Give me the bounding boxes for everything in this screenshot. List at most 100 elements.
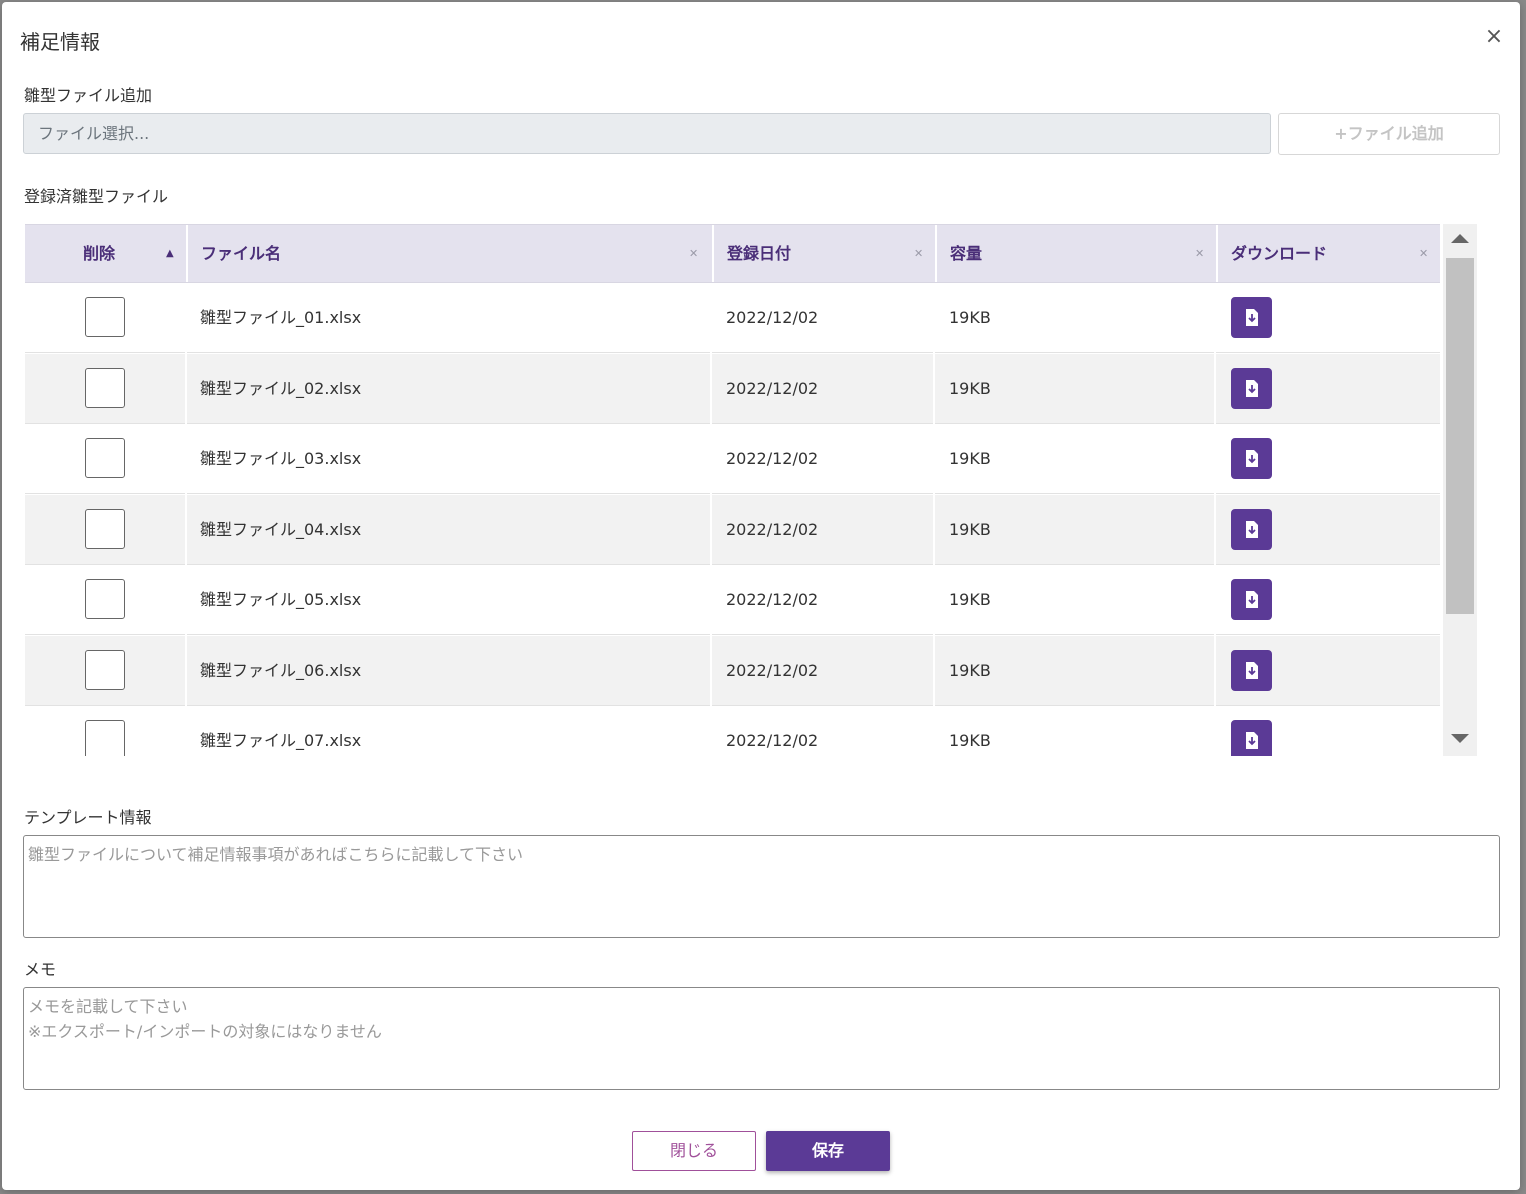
- file-download-icon: [1246, 379, 1258, 397]
- column-header-download[interactable]: ダウンロード ✕: [1216, 225, 1440, 282]
- file-download-icon: [1246, 520, 1258, 538]
- file-download-icon: [1246, 661, 1258, 679]
- table-row: 雛型ファイル_07.xlsx 2022/12/02 19KB: [25, 706, 1440, 756]
- column-divider: [185, 424, 187, 494]
- registered-files-label: 登録済雛型ファイル: [24, 187, 169, 206]
- column-divider: [1214, 424, 1216, 494]
- file-select-input[interactable]: ファイル選択...: [23, 113, 1271, 154]
- delete-checkbox[interactable]: [85, 297, 125, 337]
- column-header-label: ファイル名: [201, 244, 282, 263]
- memo-label: メモ: [24, 960, 57, 979]
- column-divider: [185, 635, 187, 706]
- size-cell: 19KB: [949, 308, 991, 327]
- column-header-label: 削除: [83, 244, 116, 263]
- download-button[interactable]: [1231, 720, 1272, 756]
- column-divider: [933, 706, 935, 756]
- download-button[interactable]: [1231, 367, 1272, 409]
- size-cell: 19KB: [949, 590, 991, 609]
- date-cell: 2022/12/02: [726, 519, 819, 539]
- table-row: 雛型ファイル_04.xlsx 2022/12/02 19KB: [25, 494, 1440, 565]
- column-divider: [710, 283, 712, 353]
- column-header-label: 容量: [950, 244, 983, 263]
- close-button[interactable]: 閉じる: [632, 1131, 756, 1171]
- column-divider: [1214, 283, 1216, 353]
- delete-checkbox[interactable]: [85, 649, 125, 690]
- column-header-filename[interactable]: ファイル名 ✕: [186, 225, 712, 282]
- column-divider: [1214, 706, 1216, 756]
- delete-checkbox[interactable]: [85, 579, 125, 619]
- column-divider: [933, 565, 935, 635]
- scroll-down-arrow-icon[interactable]: [1451, 734, 1469, 743]
- date-cell: 2022/12/02: [726, 308, 819, 327]
- column-divider: [710, 706, 712, 756]
- table-row: 雛型ファイル_01.xlsx 2022/12/02 19KB: [25, 283, 1440, 353]
- column-header-delete[interactable]: 削除 ▲: [25, 225, 185, 282]
- date-cell: 2022/12/02: [726, 449, 819, 468]
- column-divider: [185, 706, 187, 756]
- table-row: 雛型ファイル_06.xlsx 2022/12/02 19KB: [25, 635, 1440, 706]
- column-header-label: 登録日付: [727, 244, 792, 263]
- column-divider: [933, 424, 935, 494]
- column-divider: [1214, 353, 1216, 424]
- file-name-cell: 雛型ファイル_03.xlsx: [200, 449, 362, 468]
- template-info-textarea[interactable]: [23, 835, 1500, 938]
- size-cell: 19KB: [949, 660, 991, 680]
- download-button[interactable]: [1231, 297, 1272, 338]
- date-cell: 2022/12/02: [726, 378, 819, 398]
- column-divider: [710, 353, 712, 424]
- grid-header: 削除 ▲ ファイル名 ✕ 登録日付 ✕ 容量 ✕ ダウンロード ✕: [25, 224, 1440, 283]
- table-row: 雛型ファイル_02.xlsx 2022/12/02 19KB: [25, 353, 1440, 424]
- file-name-cell: 雛型ファイル_05.xlsx: [200, 590, 362, 609]
- file-name-cell: 雛型ファイル_01.xlsx: [200, 308, 362, 327]
- save-button[interactable]: 保存: [766, 1131, 890, 1171]
- memo-textarea[interactable]: [23, 987, 1500, 1090]
- size-cell: 19KB: [949, 449, 991, 468]
- unsorted-icon[interactable]: ✕: [1419, 225, 1428, 282]
- delete-checkbox[interactable]: [85, 720, 125, 756]
- size-cell: 19KB: [949, 378, 991, 398]
- size-cell: 19KB: [949, 731, 991, 750]
- column-header-label: ダウンロード: [1231, 244, 1328, 263]
- column-divider: [185, 353, 187, 424]
- column-divider: [1214, 494, 1216, 565]
- column-divider: [933, 353, 935, 424]
- scroll-up-arrow-icon[interactable]: [1451, 234, 1469, 243]
- file-download-icon: [1246, 309, 1258, 326]
- template-info-label: テンプレート情報: [24, 808, 152, 827]
- add-file-button[interactable]: +ファイル追加: [1278, 113, 1500, 155]
- unsorted-icon[interactable]: ✕: [1195, 225, 1204, 282]
- download-button[interactable]: [1231, 649, 1272, 691]
- upload-label: 雛型ファイル追加: [24, 86, 153, 105]
- column-header-date[interactable]: 登録日付 ✕: [712, 225, 935, 282]
- file-download-icon: [1246, 732, 1258, 749]
- grid-scrollbar[interactable]: [1443, 224, 1477, 756]
- registered-files-grid: 削除 ▲ ファイル名 ✕ 登録日付 ✕ 容量 ✕ ダウンロード ✕ 雛型ファイル…: [25, 224, 1477, 756]
- close-icon[interactable]: ×: [1482, 24, 1506, 50]
- date-cell: 2022/12/02: [726, 590, 819, 609]
- column-header-size[interactable]: 容量 ✕: [935, 225, 1216, 282]
- date-cell: 2022/12/02: [726, 660, 819, 680]
- size-cell: 19KB: [949, 519, 991, 539]
- column-divider: [710, 635, 712, 706]
- file-download-icon: [1246, 591, 1258, 608]
- download-button[interactable]: [1231, 438, 1272, 479]
- unsorted-icon[interactable]: ✕: [689, 225, 698, 282]
- column-divider: [710, 494, 712, 565]
- column-divider: [1214, 635, 1216, 706]
- column-divider: [185, 494, 187, 565]
- column-divider: [710, 424, 712, 494]
- column-divider: [710, 565, 712, 635]
- scroll-thumb[interactable]: [1446, 258, 1474, 614]
- delete-checkbox[interactable]: [85, 367, 125, 408]
- column-divider: [933, 283, 935, 353]
- unsorted-icon[interactable]: ✕: [914, 225, 923, 282]
- delete-checkbox[interactable]: [85, 508, 125, 549]
- download-button[interactable]: [1231, 508, 1272, 550]
- file-download-icon: [1246, 450, 1258, 467]
- delete-checkbox[interactable]: [85, 438, 125, 478]
- column-divider: [1214, 565, 1216, 635]
- sort-ascending-icon[interactable]: ▲: [166, 225, 174, 282]
- dialog-title: 補足情報: [20, 30, 100, 54]
- download-button[interactable]: [1231, 579, 1272, 620]
- column-divider: [933, 635, 935, 706]
